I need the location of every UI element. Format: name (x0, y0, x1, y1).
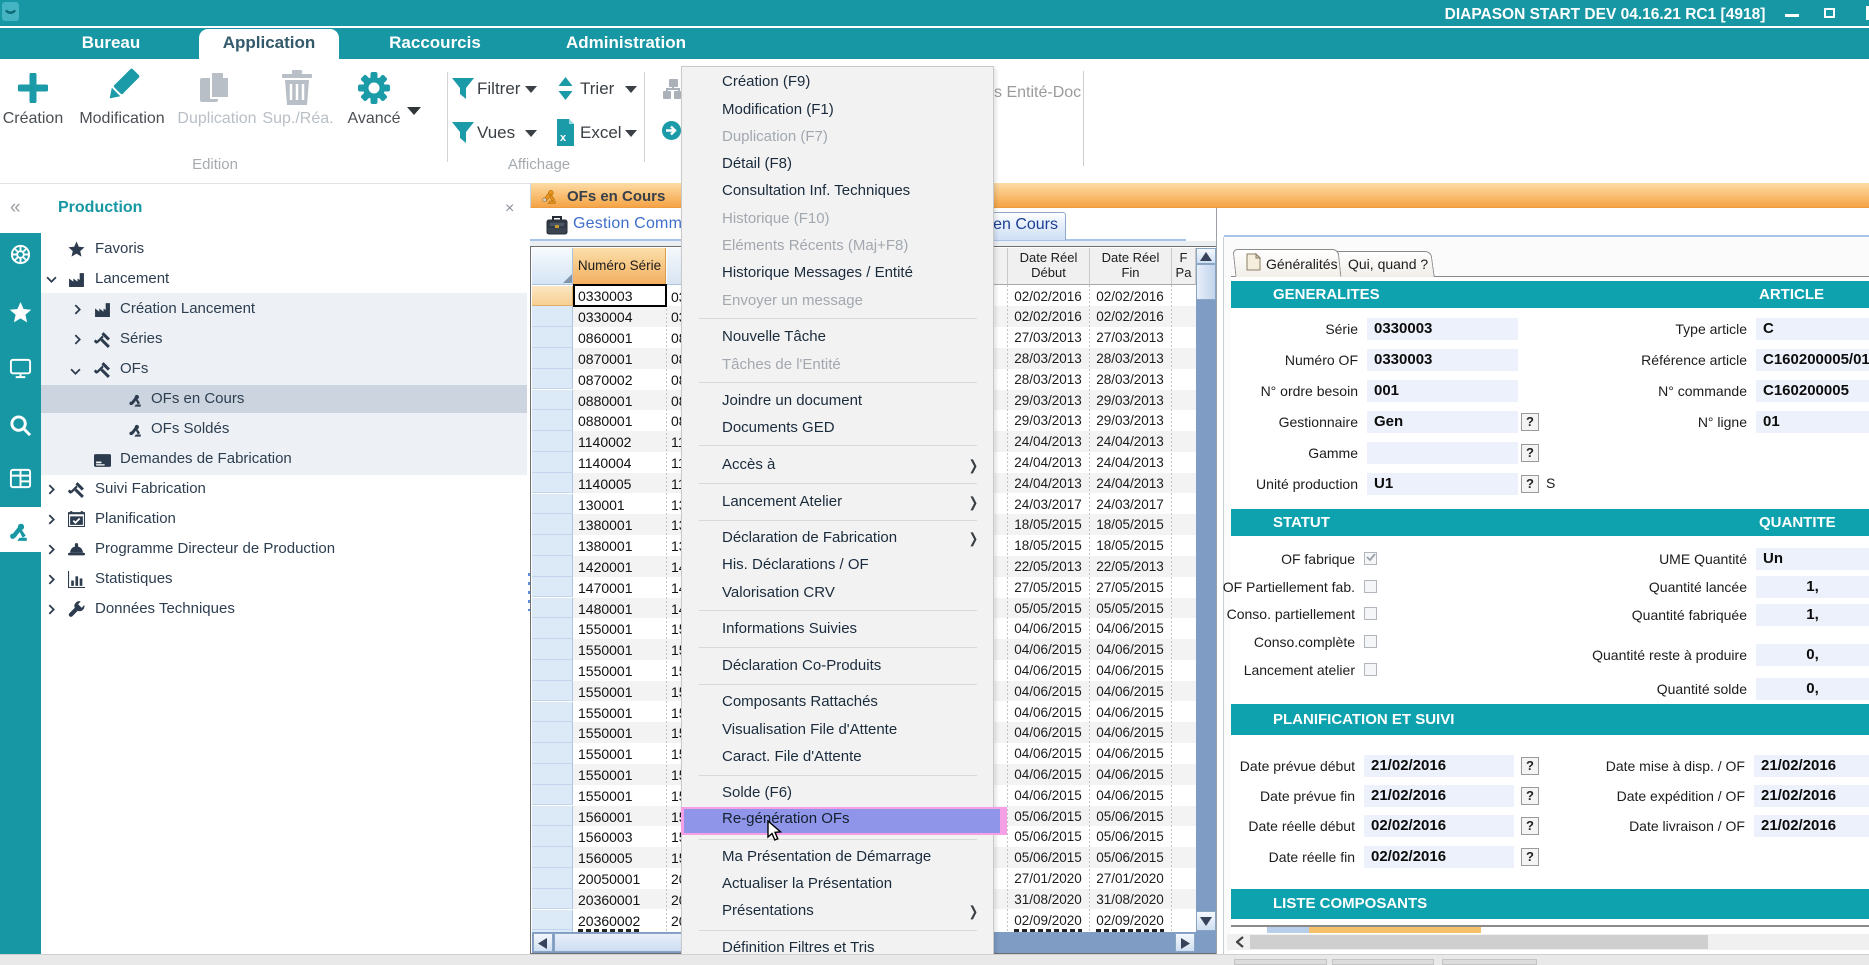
svg-text:x: x (560, 132, 567, 144)
